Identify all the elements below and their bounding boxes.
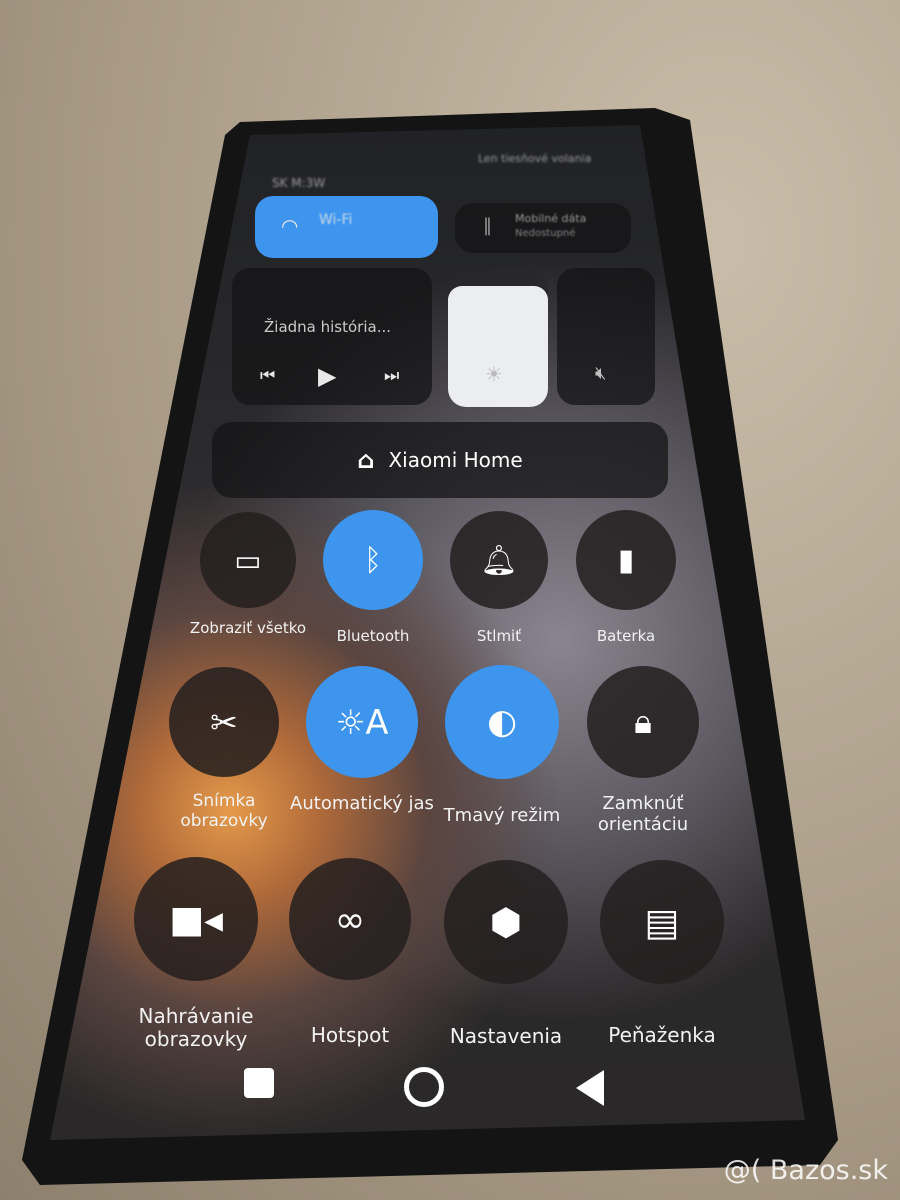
toggle-label: Baterka xyxy=(596,627,656,645)
watermark: @( Bazos.sk xyxy=(723,1155,888,1186)
mobile-data-label: Mobilné dáta xyxy=(515,212,587,225)
toggle-label: Hotspot xyxy=(310,1023,390,1047)
toggle-link[interactable]: ∞ xyxy=(289,858,411,980)
screenshot-icon: ✂ xyxy=(210,702,238,742)
media-title: Žiadna história... xyxy=(264,318,392,336)
toggle-label: Zamknúť orientáciu xyxy=(597,793,689,835)
toggle-label: Nahrávanie obrazovky xyxy=(138,1004,254,1051)
wifi-label: Wi-Fi xyxy=(319,212,353,228)
toggle-wallet[interactable]: ▤ xyxy=(600,860,724,984)
mute-icon: 🔇︎ xyxy=(595,363,607,384)
sun-icon: ☀ xyxy=(485,362,503,386)
settings-icon: ⬢ xyxy=(489,900,523,944)
flashlight-icon: ▮ xyxy=(617,542,635,578)
brightness-slider[interactable]: ☀ xyxy=(448,270,548,407)
wifi-icon: ◠ xyxy=(281,214,299,238)
card-icon: ▭ xyxy=(234,543,262,577)
mobile-data-tile[interactable]: ‖ Mobilné dáta Nedostupné xyxy=(455,203,631,253)
status-text: Len tiesňové volania xyxy=(478,152,592,165)
recents-button[interactable] xyxy=(244,1068,274,1098)
bell-icon: 🔔︎ xyxy=(480,542,518,577)
toggle-settings[interactable]: ⬢ xyxy=(444,860,568,984)
back-button[interactable] xyxy=(576,1070,604,1106)
toggle-bluetooth[interactable]: ᛒ xyxy=(323,510,423,610)
next-icon[interactable]: ⏭ xyxy=(384,366,399,386)
toggle-label: Bluetooth xyxy=(336,627,410,645)
toggle-dark-mode[interactable]: ◐ xyxy=(445,665,559,779)
toggle-label: Tmavý režim xyxy=(443,805,561,826)
volume-slider[interactable]: 🔇︎ xyxy=(557,268,655,405)
toggle-card[interactable]: ▭ xyxy=(200,512,296,608)
link-icon: ∞ xyxy=(334,897,366,941)
toggle-label: Snímka obrazovky xyxy=(180,791,268,831)
toggle-video-camera[interactable]: ■◂ xyxy=(134,857,258,981)
wifi-tile[interactable]: ◠ Wi-Fi xyxy=(255,196,438,258)
previous-icon[interactable]: ⏮ xyxy=(260,366,275,386)
rotation-lock-icon: 🔒︎ xyxy=(634,702,652,741)
carrier: SK M:3W xyxy=(272,176,326,190)
xiaomi-home-button[interactable]: ⌂ Xiaomi Home xyxy=(212,422,668,498)
toggle-auto-brightness[interactable]: ☼A xyxy=(306,666,418,778)
brightness-fill xyxy=(448,286,548,407)
toggle-label: Zobraziť všetko xyxy=(189,619,307,637)
play-icon[interactable]: ▶ xyxy=(318,362,336,390)
mobile-data-status: Nedostupné xyxy=(515,228,576,239)
toggle-label: Nastavenia xyxy=(449,1024,563,1048)
auto-brightness-icon: ☼A xyxy=(335,702,389,742)
toggle-screenshot[interactable]: ✂ xyxy=(169,667,279,777)
toggle-label: Stlmiť xyxy=(476,627,522,645)
bluetooth-icon: ᛒ xyxy=(364,542,382,578)
toggle-label: Peňaženka xyxy=(608,1023,716,1047)
media-tile[interactable]: Žiadna história... ⏮ ▶ ⏭ xyxy=(232,268,432,405)
toggle-flashlight[interactable]: ▮ xyxy=(576,510,676,610)
xiaomi-home-label: Xiaomi Home xyxy=(388,448,523,472)
video-camera-icon: ■◂ xyxy=(169,897,223,941)
signal-icon: ‖ xyxy=(483,215,492,236)
dark-mode-icon: ◐ xyxy=(487,702,517,742)
home-button[interactable] xyxy=(404,1067,444,1107)
toggle-bell[interactable]: 🔔︎ xyxy=(450,511,548,609)
toggle-rotation-lock[interactable]: 🔒︎ xyxy=(587,666,699,778)
toggle-label: Automatický jas xyxy=(290,793,434,814)
wallet-icon: ▤ xyxy=(644,900,680,944)
xiaomi-home-icon: ⌂ xyxy=(357,446,375,474)
